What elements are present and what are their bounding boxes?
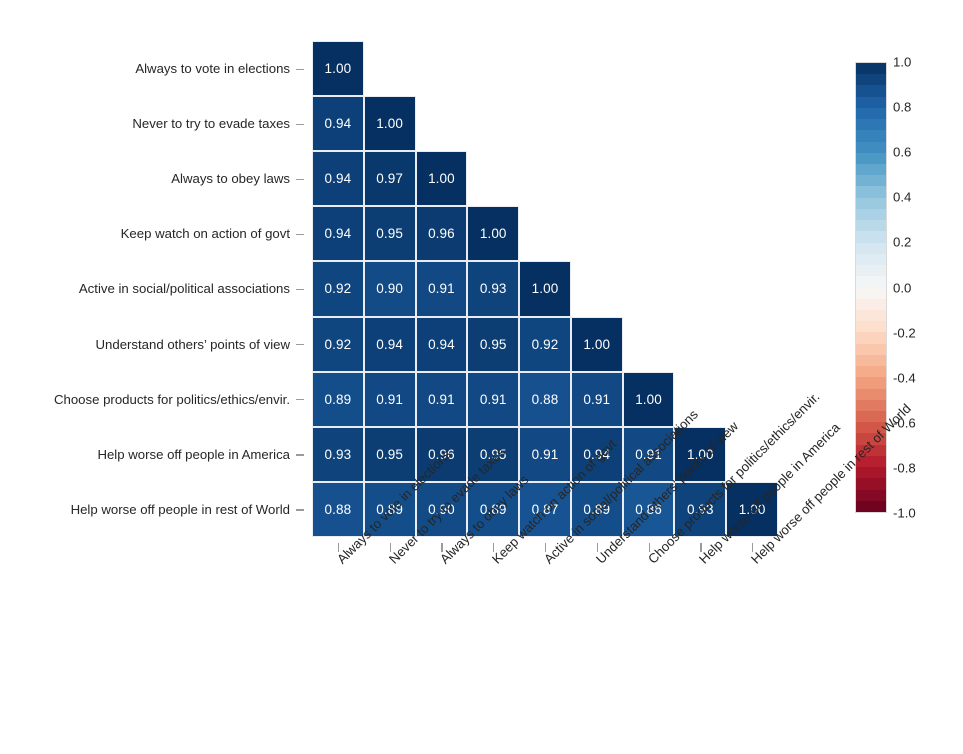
y-axis-label: Always to obey laws bbox=[171, 171, 290, 187]
heatmap-cell: 0.92 bbox=[519, 316, 571, 372]
colorbar-band bbox=[856, 74, 886, 87]
heatmap-cell: 0.91 bbox=[467, 371, 520, 427]
heatmap-grid: 1.00 0.94 1.00 0.94 0.97 1.00 0.94 0.95 0.96 1.00… bbox=[312, 41, 778, 537]
heatmap-cell: 0.94 bbox=[312, 151, 364, 207]
heatmap-cell: 0.95 bbox=[363, 206, 416, 262]
y-axis-tick bbox=[296, 233, 304, 236]
y-axis-label: Help worse off people in America bbox=[97, 446, 290, 462]
colorbar-band bbox=[856, 276, 886, 289]
y-axis-tick bbox=[296, 454, 304, 456]
y-axis-tick bbox=[296, 123, 304, 125]
heatmap-cell: 1.00 bbox=[312, 41, 364, 97]
correlation-heatmap-figure: Always to vote in elections Never to try … bbox=[0, 0, 963, 754]
y-axis-label: Understand others’ points of view bbox=[95, 336, 291, 352]
colorbar-band bbox=[856, 63, 886, 75]
heatmap-cell: 0.91 bbox=[570, 371, 623, 427]
heatmap-cell: 1.00 bbox=[519, 261, 571, 317]
y-axis-label: Choose products for politics/ethics/envi… bbox=[53, 391, 290, 407]
colorbar-band bbox=[856, 332, 886, 345]
y-axis-labels: Always to vote in elections Never to try … bbox=[0, 41, 290, 537]
y-axis-tick bbox=[296, 509, 304, 511]
colorbar-tick-label: 0.0 bbox=[893, 280, 912, 295]
colorbar-band bbox=[856, 130, 886, 143]
heatmap-cell: 0.93 bbox=[467, 261, 520, 317]
colorbar-band bbox=[856, 309, 886, 322]
heatmap-cell: 0.92 bbox=[312, 316, 364, 372]
colorbar-tick-label: 0.4 bbox=[893, 189, 912, 205]
colorbar-band bbox=[856, 152, 886, 165]
y-axis-tick bbox=[296, 289, 304, 291]
y-axis-label: Never to try to evade taxes bbox=[132, 116, 290, 132]
colorbar-band bbox=[856, 85, 886, 98]
colorbar-band bbox=[856, 343, 886, 356]
heatmap-cell: 0.94 bbox=[312, 206, 364, 262]
y-axis-label: Active in social/political associations bbox=[78, 281, 290, 297]
heatmap-cell: 0.88 bbox=[312, 481, 364, 537]
colorbar-band bbox=[856, 231, 886, 244]
heatmap-cell: 1.00 bbox=[467, 206, 520, 262]
colorbar-band bbox=[856, 141, 886, 154]
colorbar-band bbox=[856, 321, 886, 333]
colorbar-band bbox=[856, 478, 886, 491]
colorbar-band bbox=[856, 287, 886, 300]
heatmap-cell: 0.97 bbox=[363, 151, 416, 207]
heatmap-cell: 0.89 bbox=[312, 371, 364, 427]
colorbar-band bbox=[856, 366, 886, 378]
colorbar-band bbox=[856, 164, 886, 176]
y-axis-tick bbox=[296, 399, 304, 401]
colorbar-band bbox=[856, 467, 886, 479]
heatmap-cell: 0.90 bbox=[363, 261, 416, 317]
heatmap-cell: 0.96 bbox=[415, 206, 468, 262]
colorbar-band bbox=[856, 242, 886, 255]
colorbar-tick-label: 0.2 bbox=[893, 234, 912, 250]
colorbar-band bbox=[856, 253, 886, 266]
heatmap-cell: 1.00 bbox=[363, 96, 416, 152]
colorbar-tick-label: -0.4 bbox=[893, 370, 916, 386]
heatmap-cell: 0.95 bbox=[363, 426, 416, 482]
heatmap-cell: 1.00 bbox=[570, 316, 623, 372]
colorbar-band bbox=[856, 265, 886, 277]
y-axis-label: Keep watch on action of govt bbox=[120, 226, 290, 242]
colorbar-tick-label: -1.0 bbox=[893, 505, 916, 521]
colorbar-band bbox=[856, 197, 886, 210]
y-axis-tick bbox=[296, 68, 304, 70]
colorbar-band bbox=[856, 175, 886, 188]
colorbar-tick-label: -0.8 bbox=[893, 460, 916, 476]
heatmap-cell: 0.94 bbox=[415, 316, 468, 372]
colorbar-band bbox=[856, 186, 886, 199]
heatmap-cell: 0.91 bbox=[363, 371, 416, 427]
heatmap-cell: 0.93 bbox=[312, 426, 364, 482]
heatmap-cell: 0.95 bbox=[467, 316, 520, 372]
colorbar-tick-label: 0.8 bbox=[893, 99, 912, 115]
colorbar-tick-label: -0.2 bbox=[893, 325, 916, 341]
heatmap-cell: 0.91 bbox=[415, 261, 468, 317]
heatmap-cell: 0.94 bbox=[312, 96, 364, 152]
colorbar-band bbox=[856, 220, 886, 232]
colorbar-band bbox=[856, 107, 886, 120]
y-axis-tick bbox=[296, 344, 304, 346]
colorbar-band bbox=[856, 354, 886, 367]
heatmap-cell: 0.91 bbox=[415, 371, 468, 427]
y-axis-label: Help worse off people in rest of World bbox=[70, 501, 290, 517]
colorbar-band bbox=[856, 119, 886, 131]
heatmap-cell: 0.92 bbox=[312, 261, 364, 317]
heatmap-cell: 0.94 bbox=[363, 316, 416, 372]
colorbar-band bbox=[856, 377, 886, 390]
colorbar-band bbox=[856, 399, 886, 412]
heatmap-cell: 0.88 bbox=[519, 371, 571, 427]
colorbar-tick-label: 1.0 bbox=[893, 54, 912, 70]
y-axis-tick bbox=[296, 178, 304, 180]
colorbar-band bbox=[856, 489, 886, 502]
colorbar-band bbox=[856, 208, 886, 221]
heatmap-cell: 1.00 bbox=[622, 371, 675, 427]
y-axis-label: Always to vote in elections bbox=[135, 61, 290, 77]
colorbar-band bbox=[856, 96, 886, 109]
colorbar-tick-label: -0.6 bbox=[893, 415, 916, 431]
colorbar-band bbox=[856, 500, 886, 512]
colorbar-tick-label: 0.6 bbox=[893, 144, 912, 160]
heatmap-cell: 0.91 bbox=[519, 426, 571, 482]
colorbar-band bbox=[856, 388, 886, 401]
colorbar-band bbox=[856, 298, 886, 311]
heatmap-cell: 1.00 bbox=[415, 151, 468, 207]
